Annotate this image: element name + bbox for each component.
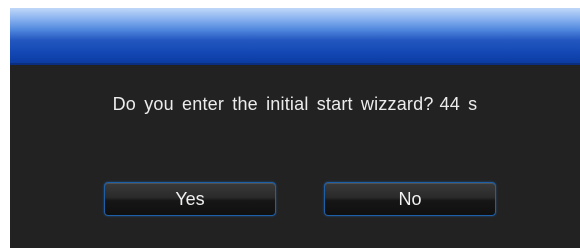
- no-button[interactable]: No: [324, 182, 496, 216]
- yes-button[interactable]: Yes: [104, 182, 276, 216]
- wizard-dialog: Do you enter the initial start wizzard? 4…: [10, 8, 580, 248]
- wizard-prompt-text: Do you enter the initial start wizzard?: [112, 94, 434, 114]
- countdown-timer: 44 s: [439, 94, 478, 114]
- dialog-message: Do you enter the initial start wizzard? 4…: [10, 94, 580, 115]
- dialog-title-bar: [10, 8, 580, 65]
